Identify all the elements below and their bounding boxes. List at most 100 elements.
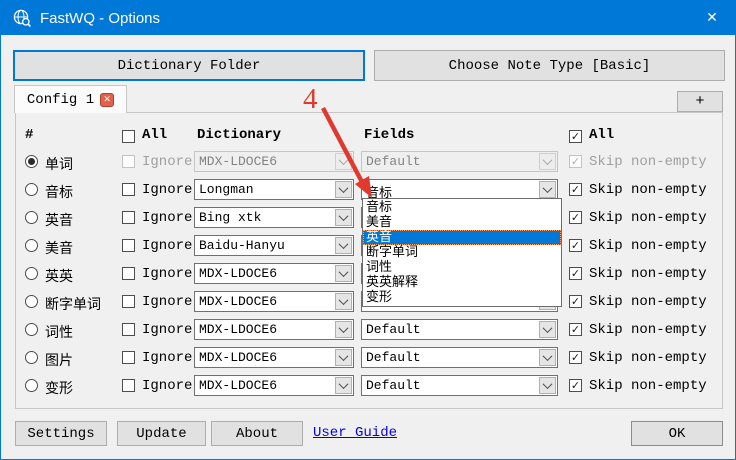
dictionary-select[interactable]: MDX-LDOCE6 <box>194 375 354 396</box>
about-button[interactable]: About <box>211 421 303 446</box>
skip-checkbox[interactable]: ✓ <box>569 323 582 336</box>
row-label: 音标 <box>45 182 73 202</box>
column-header-dictionary: Dictionary <box>197 127 281 143</box>
row-radio[interactable] <box>25 323 38 336</box>
dropdown-option[interactable]: 英英解释 <box>363 275 561 290</box>
add-config-button[interactable]: + <box>677 91 723 112</box>
dictionary-select[interactable]: Baidu-Hanyu <box>194 235 354 256</box>
tab-close-icon[interactable]: ✕ <box>100 93 114 107</box>
ignore-checkbox[interactable]: ✓ <box>122 379 135 392</box>
ignore-checkbox[interactable]: ✓ <box>122 323 135 336</box>
chevron-down-icon <box>539 181 556 198</box>
ignore-checkbox[interactable]: ✓ <box>122 267 135 280</box>
dropdown-option[interactable]: 变形 <box>363 290 561 305</box>
dropdown-option[interactable]: 断字单词 <box>363 245 561 260</box>
tab-label: Config 1 <box>27 92 94 108</box>
ignore-checkbox[interactable]: ✓ <box>122 295 135 308</box>
app-globe-search-icon <box>12 8 32 28</box>
dictionary-select: MDX-LDOCE6 <box>194 151 354 172</box>
chevron-down-icon <box>335 377 352 394</box>
dictionary-select[interactable]: MDX-LDOCE6 <box>194 319 354 340</box>
dropdown-option-selected[interactable]: 英音 <box>363 230 561 245</box>
dropdown-option[interactable]: 美音 <box>363 215 561 230</box>
skip-label: Skip non-empty <box>589 266 707 282</box>
row-label: 美音 <box>45 238 73 258</box>
dictionary-select[interactable]: Bing xtk <box>194 207 354 228</box>
ignore-checkbox[interactable]: ✓ <box>122 183 135 196</box>
row-label: 图片 <box>45 350 73 370</box>
skip-label: Skip non-empty <box>589 350 707 366</box>
fields-select[interactable]: Default <box>361 347 558 368</box>
ignore-label: Ignore <box>142 350 192 366</box>
chevron-down-icon <box>335 153 352 170</box>
chevron-down-icon <box>539 153 556 170</box>
fields-select-open[interactable]: 音标 <box>361 179 558 200</box>
annotation-number: 4 <box>303 83 318 116</box>
row-label: 单词 <box>45 154 73 174</box>
table-row: 图片 ✓ Ignore MDX-LDOCE6 Default ✓ Skip no… <box>1 344 736 372</box>
all-skip-checkbox[interactable]: ✓ <box>569 130 582 143</box>
skip-label: Skip non-empty <box>589 322 707 338</box>
skip-checkbox[interactable]: ✓ <box>569 379 582 392</box>
dictionary-select[interactable]: MDX-LDOCE6 <box>194 263 354 284</box>
update-button[interactable]: Update <box>117 421 206 446</box>
row-radio[interactable] <box>25 239 38 252</box>
dropdown-option[interactable]: 词性 <box>363 260 561 275</box>
column-header-all-right: All <box>589 127 614 143</box>
ignore-label: Ignore <box>142 322 192 338</box>
user-guide-link[interactable]: User Guide <box>313 425 397 441</box>
dictionary-folder-button[interactable]: Dictionary Folder <box>13 50 365 81</box>
skip-checkbox[interactable]: ✓ <box>569 239 582 252</box>
skip-checkbox[interactable]: ✓ <box>569 267 582 280</box>
chevron-down-icon <box>335 237 352 254</box>
row-label: 英英 <box>45 266 73 286</box>
chevron-down-icon <box>335 321 352 338</box>
row-label: 断字单词 <box>45 294 101 314</box>
skip-label: Skip non-empty <box>589 238 707 254</box>
skip-checkbox[interactable]: ✓ <box>569 183 582 196</box>
row-radio[interactable] <box>25 211 38 224</box>
ignore-checkbox[interactable]: ✓ <box>122 211 135 224</box>
skip-label: Skip non-empty <box>589 154 707 170</box>
skip-label: Skip non-empty <box>589 294 707 310</box>
options-dialog: FastWQ - Options ✕ Dictionary Folder Cho… <box>0 0 736 460</box>
all-ignore-checkbox[interactable]: ✓ <box>122 130 135 143</box>
skip-checkbox[interactable]: ✓ <box>569 295 582 308</box>
settings-button[interactable]: Settings <box>15 421 107 446</box>
fields-select: Default <box>361 151 558 172</box>
chevron-down-icon <box>335 349 352 366</box>
fields-select[interactable]: Default <box>361 319 558 340</box>
fields-dropdown-list: 音标 美音 英音 断字单词 词性 英英解释 变形 <box>362 198 562 307</box>
row-radio[interactable] <box>25 295 38 308</box>
ignore-label: Ignore <box>142 154 192 170</box>
dictionary-select[interactable]: MDX-LDOCE6 <box>194 291 354 312</box>
ignore-checkbox[interactable]: ✓ <box>122 351 135 364</box>
chevron-down-icon <box>335 181 352 198</box>
choose-note-type-button[interactable]: Choose Note Type [Basic] <box>374 50 725 81</box>
row-radio[interactable] <box>25 379 38 392</box>
column-header-num: # <box>25 127 33 143</box>
skip-checkbox[interactable]: ✓ <box>569 351 582 364</box>
table-row: 单词 ✓ Ignore MDX-LDOCE6 Default ✓ Skip no… <box>1 148 736 176</box>
chevron-down-icon <box>539 321 556 338</box>
skip-label: Skip non-empty <box>589 182 707 198</box>
dropdown-option[interactable]: 音标 <box>363 200 561 215</box>
skip-checkbox[interactable]: ✓ <box>569 211 582 224</box>
row-radio[interactable] <box>25 183 38 196</box>
row-radio[interactable] <box>25 351 38 364</box>
titlebar: FastWQ - Options ✕ <box>1 1 735 35</box>
ignore-checkbox[interactable]: ✓ <box>122 239 135 252</box>
ok-button[interactable]: OK <box>631 421 723 446</box>
close-button[interactable]: ✕ <box>689 1 735 35</box>
ignore-label: Ignore <box>142 294 192 310</box>
row-radio[interactable] <box>25 267 38 280</box>
chevron-down-icon <box>539 377 556 394</box>
dictionary-select[interactable]: Longman <box>194 179 354 200</box>
window-title: FastWQ - Options <box>40 10 160 27</box>
row-radio[interactable] <box>25 155 38 168</box>
skip-label: Skip non-empty <box>589 210 707 226</box>
fields-select[interactable]: Default <box>361 375 558 396</box>
tab-config-1[interactable]: Config 1 ✕ <box>14 85 127 113</box>
skip-checkbox: ✓ <box>569 155 582 168</box>
dictionary-select[interactable]: MDX-LDOCE6 <box>194 347 354 368</box>
